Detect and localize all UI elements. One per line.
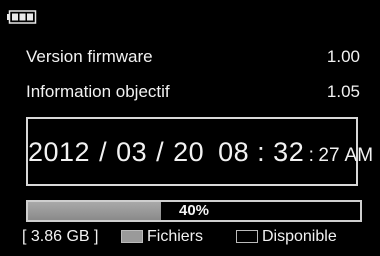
date-text: 2012 / 03 / 20 xyxy=(28,137,205,167)
time-hour-minute: 08 : 32 xyxy=(218,137,305,167)
files-swatch xyxy=(121,230,143,243)
free-space-legend-label: Disponible xyxy=(262,228,337,245)
files-legend-label: Fichiers xyxy=(147,228,204,245)
storage-capacity: [ 3.86 GB ] xyxy=(22,228,99,245)
firmware-value: 1.00 xyxy=(326,47,360,66)
time-seconds-separator: : xyxy=(308,145,314,166)
storage-percent: 40% xyxy=(178,202,210,219)
datetime-box: 2012 / 03 / 20 08 : 32 : 27 AM xyxy=(26,117,373,186)
battery-full-icon xyxy=(7,10,37,24)
free-space-swatch xyxy=(236,230,258,243)
storage-legend: [ 3.86 GB ] Fichiers Disponible xyxy=(22,225,362,249)
time-ampm: AM xyxy=(344,145,374,166)
camera-info-screen: Version firmware 1.00 Information object… xyxy=(0,0,380,256)
time-seconds: 27 xyxy=(318,145,340,166)
lens-info-label: Information objectif xyxy=(26,82,170,101)
firmware-row: Version firmware 1.00 xyxy=(26,45,360,69)
lens-info-value: 1.05 xyxy=(326,82,360,101)
datetime-display: 2012 / 03 / 20 08 : 32 : 27 AM xyxy=(28,137,373,168)
firmware-label: Version firmware xyxy=(26,47,153,66)
storage-progress-bar: 40% xyxy=(26,200,362,222)
lens-info-row: Information objectif 1.05 xyxy=(26,80,360,104)
